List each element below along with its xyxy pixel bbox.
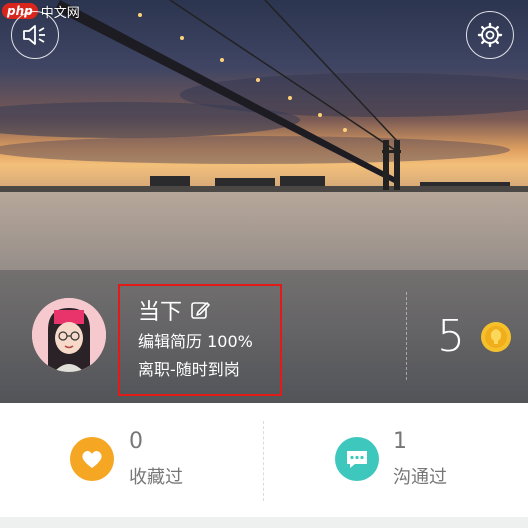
speaker-icon <box>23 25 45 45</box>
favorites-icon-badge[interactable] <box>70 437 114 481</box>
profile-header-background: php 中文网 当下 编辑简历 100% 离职-随时到岗 5 <box>0 0 528 403</box>
settings-button[interactable] <box>466 11 514 59</box>
favorited-count: 0 <box>129 429 143 454</box>
gold-coin-icon <box>481 322 511 352</box>
contacted-count: 1 <box>393 429 407 454</box>
job-status[interactable]: 离职-随时到岗 <box>138 356 240 380</box>
name-row: 当下 <box>138 294 210 326</box>
coin-count[interactable]: 5 <box>437 312 465 362</box>
chat-icon <box>335 437 379 481</box>
stats-panel: 0 收藏过 1 沟通过 <box>0 403 528 517</box>
stats-divider <box>263 421 264 501</box>
contacted-label[interactable]: 沟通过 <box>393 463 447 489</box>
favorited-label[interactable]: 收藏过 <box>129 463 183 489</box>
avatar-illustration <box>32 298 106 372</box>
sound-button[interactable] <box>11 11 59 59</box>
gear-icon <box>477 22 503 48</box>
avatar[interactable] <box>32 298 106 372</box>
header-divider <box>406 292 407 380</box>
resume-completion[interactable]: 编辑简历 100% <box>138 328 253 352</box>
user-name: 当下 <box>138 300 183 325</box>
heart-icon <box>70 437 114 481</box>
edit-icon[interactable] <box>190 300 210 320</box>
contacted-icon-badge[interactable] <box>335 437 379 481</box>
